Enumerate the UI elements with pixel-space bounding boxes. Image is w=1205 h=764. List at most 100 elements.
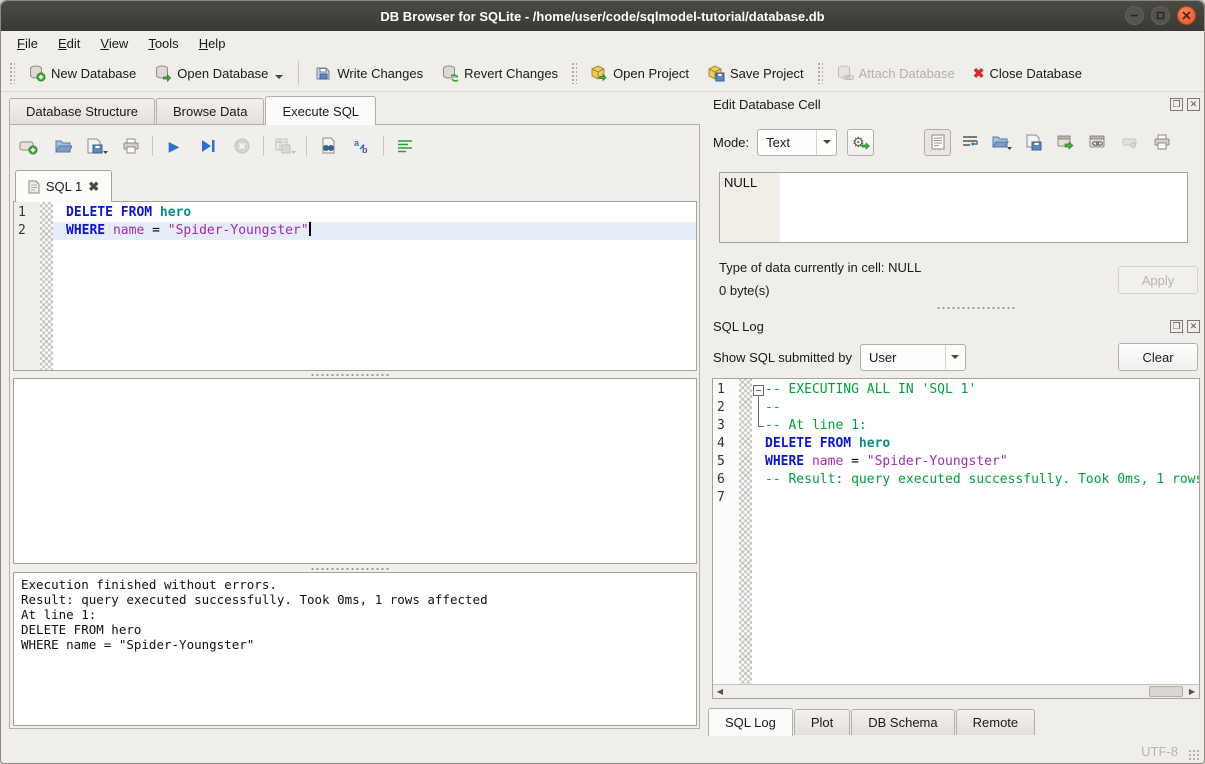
tab-browse-data[interactable]: Browse Data	[156, 98, 264, 124]
results-pane[interactable]	[13, 378, 697, 564]
sql-document-tab[interactable]: SQL 1 ✖	[15, 170, 112, 202]
submitter-select[interactable]: User	[860, 344, 966, 371]
import-data-button[interactable]	[988, 129, 1015, 156]
editor-fold-margin	[40, 202, 53, 370]
menu-tools[interactable]: Tools	[138, 33, 188, 54]
dock-splitter[interactable]	[936, 306, 1016, 310]
revert-changes-button[interactable]: Revert Changes	[432, 59, 567, 87]
print-button[interactable]	[118, 133, 144, 159]
new-database-button[interactable]: New Database	[19, 59, 145, 87]
save-file-icon	[1026, 134, 1042, 151]
toolbar-handle[interactable]	[9, 62, 15, 84]
stop-button[interactable]	[229, 133, 255, 159]
sql-log-pane[interactable]: 1234567 -- EXECUTING ALL IN 'SQL 1'---- …	[712, 378, 1200, 699]
mode-select[interactable]: Text	[757, 129, 837, 156]
close-button[interactable]	[1177, 6, 1196, 25]
gear-arrow-icon: ⚙	[852, 133, 870, 151]
export-data-button[interactable]	[1020, 129, 1047, 156]
stop-icon	[234, 138, 250, 154]
menu-help[interactable]: Help	[189, 33, 236, 54]
tab-execute-sql[interactable]: Execute SQL	[265, 96, 376, 125]
execute-all-button[interactable]: ▶	[161, 133, 187, 159]
float-dock-icon[interactable]: ❐	[1170, 320, 1183, 333]
editor-results-splitter[interactable]	[310, 373, 390, 377]
sql-log-controls: Show SQL submitted by User Clear	[713, 342, 1200, 372]
cell-editor[interactable]: NULL	[719, 172, 1188, 243]
apply-cell-button[interactable]	[1052, 129, 1079, 156]
editor-code[interactable]: DELETE FROM heroWHERE name = "Spider-You…	[53, 204, 696, 240]
open-project-icon	[590, 64, 608, 82]
text-mode-button[interactable]	[924, 129, 951, 156]
scrollbar-thumb[interactable]	[1149, 686, 1183, 697]
toolbar-handle[interactable]	[817, 62, 823, 84]
resize-grip[interactable]	[1188, 749, 1200, 761]
open-sql-file-button[interactable]	[50, 133, 76, 159]
save-results-icon	[274, 137, 296, 155]
open-database-dropdown-icon[interactable]	[275, 75, 283, 79]
window-arrow-icon	[1057, 135, 1075, 150]
toolbar-separator	[306, 136, 307, 156]
tab-database-structure[interactable]: Database Structure	[9, 98, 155, 124]
new-tab-button[interactable]	[16, 133, 42, 159]
menu-edit[interactable]: Edit	[48, 33, 90, 54]
close-dock-icon[interactable]: ✕	[1187, 320, 1200, 333]
word-wrap-cell-button[interactable]	[956, 129, 983, 156]
execute-line-button[interactable]	[195, 133, 221, 159]
link-cell-button[interactable]	[1084, 129, 1111, 156]
attach-database-button[interactable]: Attach Database	[827, 59, 964, 87]
word-wrap-icon	[962, 135, 978, 149]
sql-editor[interactable]: 12 DELETE FROM heroWHERE name = "Spider-…	[13, 201, 697, 371]
minimize-button[interactable]	[1125, 6, 1144, 25]
set-null-button[interactable]	[1116, 129, 1143, 156]
menubar: File Edit View Tools Help	[1, 31, 1204, 55]
toolbar-handle[interactable]	[571, 62, 577, 84]
clear-button[interactable]: Clear	[1118, 343, 1198, 371]
maximize-icon	[1156, 11, 1165, 20]
print-cell-button[interactable]	[1148, 129, 1175, 156]
maximize-button[interactable]	[1151, 6, 1170, 25]
close-database-button[interactable]: ✖ Close Database	[964, 60, 1091, 87]
scroll-right-icon[interactable]: ▶	[1185, 685, 1199, 698]
open-project-button[interactable]: Open Project	[581, 59, 698, 87]
dock-tab-plot[interactable]: Plot	[794, 709, 850, 735]
open-sql-file-icon	[54, 137, 72, 155]
sql-log-dock-title: SQL Log ❐ ✕	[713, 316, 1200, 336]
svg-text:⚙: ⚙	[852, 135, 865, 151]
apply-button[interactable]: Apply	[1118, 266, 1198, 294]
save-project-icon	[707, 64, 725, 82]
auto-complete-button[interactable]: ab	[349, 133, 375, 159]
revert-changes-icon	[441, 64, 459, 82]
print-icon	[1153, 134, 1171, 150]
save-sql-file-button[interactable]	[84, 133, 110, 159]
auto-apply-button[interactable]: ⚙	[847, 129, 874, 156]
window-title: DB Browser for SQLite - /home/user/code/…	[380, 9, 824, 24]
submitter-value: User	[861, 350, 945, 365]
scroll-left-icon[interactable]: ◀	[713, 685, 727, 698]
find-replace-button[interactable]	[315, 133, 341, 159]
log-code: -- EXECUTING ALL IN 'SQL 1'---- At line …	[752, 381, 1199, 507]
dock-tab-db-schema[interactable]: DB Schema	[851, 709, 954, 735]
encoding-indicator[interactable]: UTF-8	[1141, 744, 1178, 759]
word-wrap-button[interactable]	[392, 133, 418, 159]
find-replace-icon	[319, 137, 337, 155]
open-database-button[interactable]: Open Database	[145, 59, 292, 87]
execute-sql-pane: ▶ ab SQL 1 ✖ 12 DELETE FROM heroWHERE na…	[9, 124, 700, 729]
editor-line-numbers: 12	[14, 202, 40, 370]
save-sql-file-icon	[86, 137, 108, 155]
close-sql-tab-icon[interactable]: ✖	[88, 179, 99, 195]
save-results-button[interactable]	[272, 133, 298, 159]
write-changes-button[interactable]: Write Changes	[305, 59, 432, 87]
menu-view[interactable]: View	[90, 33, 138, 54]
log-horizontal-scrollbar[interactable]: ◀ ▶	[713, 684, 1199, 698]
titlebar[interactable]: DB Browser for SQLite - /home/user/code/…	[1, 1, 1204, 31]
menu-file[interactable]: File	[7, 33, 48, 54]
execution-messages[interactable]: Execution finished without errors.Result…	[13, 572, 697, 726]
close-dock-icon[interactable]: ✕	[1187, 98, 1200, 111]
app-window: DB Browser for SQLite - /home/user/code/…	[0, 0, 1205, 764]
save-project-button[interactable]: Save Project	[698, 59, 813, 87]
dock-tab-sql-log[interactable]: SQL Log	[708, 708, 793, 736]
dock-tab-remote[interactable]: Remote	[956, 709, 1036, 735]
new-database-icon	[28, 64, 46, 82]
results-messages-splitter[interactable]	[310, 567, 390, 571]
float-dock-icon[interactable]: ❐	[1170, 98, 1183, 111]
